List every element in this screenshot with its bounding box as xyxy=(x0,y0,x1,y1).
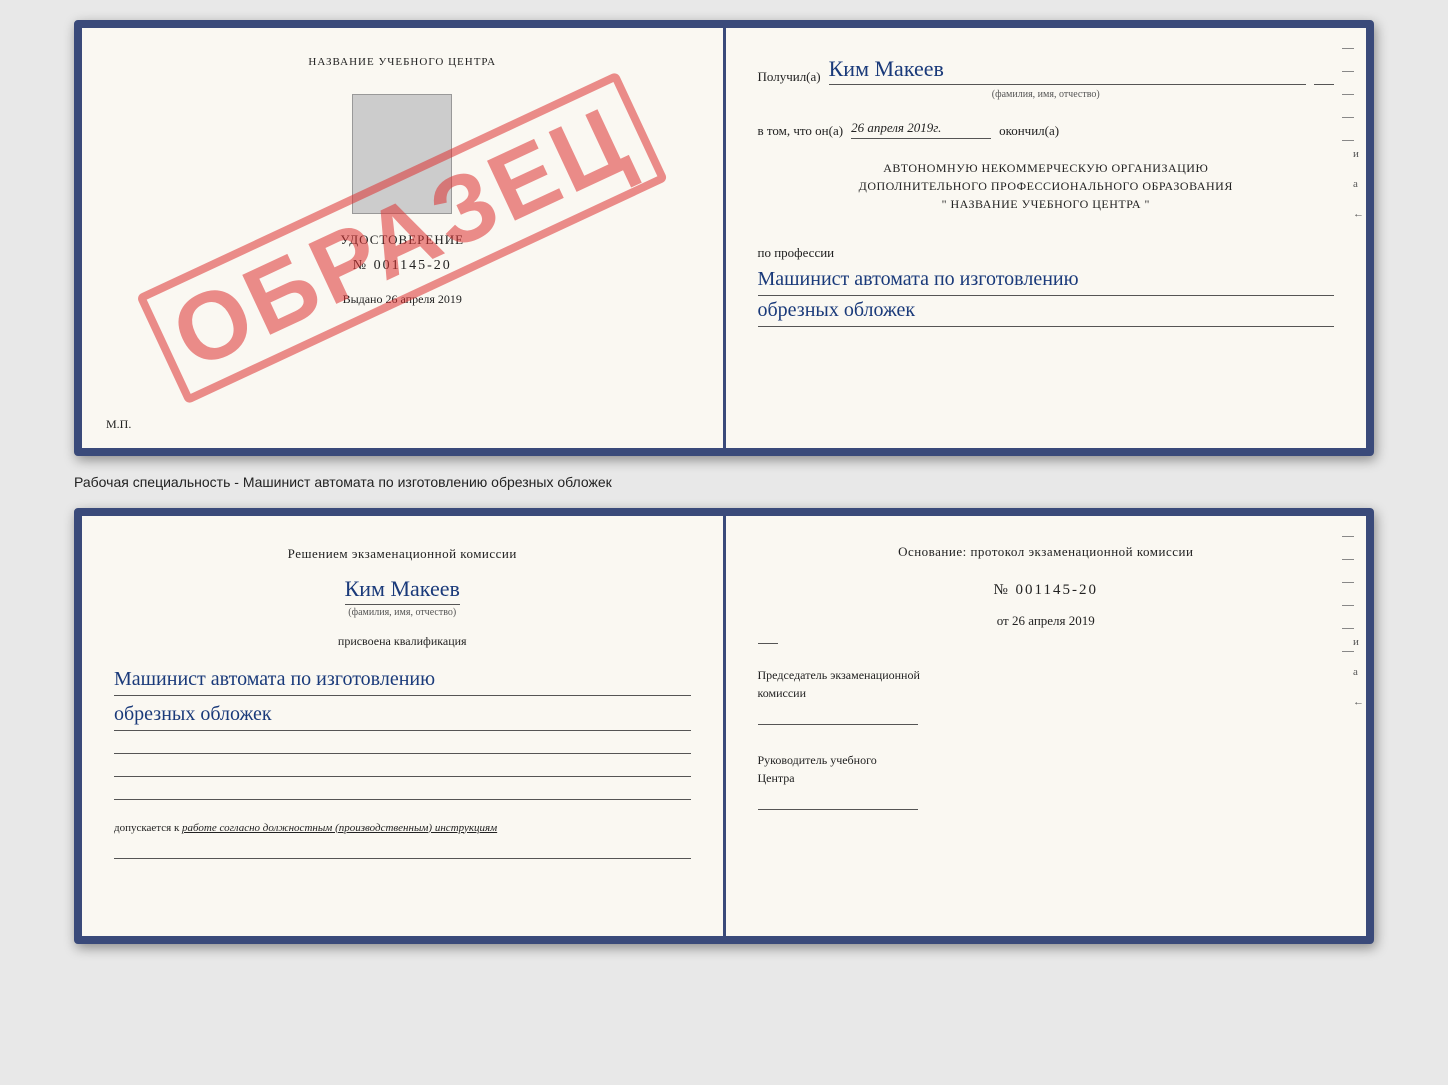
fio-caption-top: (фамилия, имя, отчество) xyxy=(758,89,1335,100)
protocol-date: от 26 апреля 2019 xyxy=(758,613,1335,629)
qualification-line1: Машинист автомата по изготовлению xyxy=(114,665,691,696)
edge-label-arrow: ← xyxy=(1353,208,1364,220)
blank-line-4 xyxy=(114,858,691,859)
b-dash-3 xyxy=(1342,582,1354,583)
date-dash-row xyxy=(758,643,1335,644)
bottom-document: Решением экзаменационной комиссии Ким Ма… xyxy=(74,508,1374,944)
protocol-number: № 001145-20 xyxy=(758,582,1335,599)
edge-label-a: а xyxy=(1353,178,1364,190)
person-name-bottom: Ким Макеев xyxy=(345,576,460,605)
date-row: в том, что он(а) 26 апреля 2019г. окончи… xyxy=(758,120,1335,139)
org-line3: " НАЗВАНИЕ УЧЕБНОГО ЦЕНТРА " xyxy=(758,195,1335,213)
chairman-block: Председатель экзаменационной комиссии xyxy=(758,666,1335,725)
b-dash-5 xyxy=(1342,628,1354,629)
b-dash-4 xyxy=(1342,605,1354,606)
recipient-name: Ким Макеев xyxy=(829,56,1306,85)
b-dash-1 xyxy=(1342,536,1354,537)
bottom-right-edge-dashes xyxy=(1342,536,1354,652)
photo-placeholder xyxy=(352,94,452,214)
allowed-text: допускается к работе согласно должностны… xyxy=(114,820,691,837)
commission-title: Решением экзаменационной комиссии xyxy=(114,544,691,564)
finished-label: окончил(а) xyxy=(999,123,1059,139)
right-edge-dashes xyxy=(1342,48,1354,141)
bottom-left-content: Решением экзаменационной комиссии Ким Ма… xyxy=(114,544,691,859)
allowed-italic-text: работе согласно должностным (производств… xyxy=(182,822,497,834)
right-edge-labels: и а ← xyxy=(1353,148,1364,220)
edge-label-i: и xyxy=(1353,148,1364,160)
profession-label: по профессии xyxy=(758,245,1335,261)
director-line2: Центра xyxy=(758,769,1335,787)
qualification-block: Машинист автомата по изготовлению обрезн… xyxy=(114,661,691,731)
protocol-date-prefix: от xyxy=(997,613,1009,628)
profession-line2: обрезных обложек xyxy=(758,296,1335,327)
b-dash-2 xyxy=(1342,559,1354,560)
allowed-prefix: допускается к xyxy=(114,822,179,834)
recipient-prefix: Получил(а) xyxy=(758,69,821,85)
director-signature-line xyxy=(758,809,918,810)
issued-date-value: 26 апреля 2019 xyxy=(385,292,461,306)
issued-label: Выдано xyxy=(343,292,383,306)
chairman-line1: Председатель экзаменационной xyxy=(758,666,1335,684)
blank-line-1 xyxy=(114,753,691,754)
person-block-bottom: Ким Макеев (фамилия, имя, отчество) xyxy=(114,576,691,618)
qualification-line2: обрезных обложек xyxy=(114,700,691,731)
bottom-doc-right-page: Основание: протокол экзаменационной коми… xyxy=(726,516,1367,936)
fio-caption-bottom: (фамилия, имя, отчество) xyxy=(348,607,456,618)
recipient-block: Получил(а) Ким Макеев (фамилия, имя, отч… xyxy=(758,56,1335,100)
cert-title: УДОСТОВЕРЕНИЕ xyxy=(340,232,464,248)
qualification-label: присвоена квалификация xyxy=(114,634,691,649)
protocol-date-value: 26 апреля 2019 xyxy=(1012,613,1095,628)
blank-line-3 xyxy=(114,799,691,800)
top-doc-left-page: НАЗВАНИЕ УЧЕБНОГО ЦЕНТРА УДОСТОВЕРЕНИЕ №… xyxy=(82,28,726,448)
director-line1: Руководитель учебного xyxy=(758,751,1335,769)
basis-title: Основание: протокол экзаменационной коми… xyxy=(758,544,1335,560)
director-block: Руководитель учебного Центра xyxy=(758,751,1335,810)
top-document: НАЗВАНИЕ УЧЕБНОГО ЦЕНТРА УДОСТОВЕРЕНИЕ №… xyxy=(74,20,1374,456)
dash-3 xyxy=(1342,94,1354,95)
chairman-line2: комиссии xyxy=(758,684,1335,702)
b-edge-label-a: а xyxy=(1353,666,1364,678)
recipient-row: Получил(а) Ким Макеев xyxy=(758,56,1335,85)
profession-line1: Машинист автомата по изготовлению xyxy=(758,265,1335,296)
org-block: АВТОНОМНУЮ НЕКОММЕРЧЕСКУЮ ОРГАНИЗАЦИЮ ДО… xyxy=(758,159,1335,213)
top-doc-right-page: Получил(а) Ким Макеев (фамилия, имя, отч… xyxy=(726,28,1367,448)
date-value: 26 апреля 2019г. xyxy=(851,120,991,139)
profession-block: по профессии Машинист автомата по изгото… xyxy=(758,237,1335,327)
bottom-right-edge-labels: и а ← xyxy=(1353,636,1364,708)
dash-1 xyxy=(1342,48,1354,49)
dash-top xyxy=(1314,84,1334,85)
date-right-dash xyxy=(758,643,778,644)
chairman-signature-line xyxy=(758,724,918,725)
date-prefix: в том, что он(а) xyxy=(758,123,844,139)
blank-line-2 xyxy=(114,776,691,777)
b-edge-label-arrow: ← xyxy=(1353,696,1364,708)
issued-date: Выдано 26 апреля 2019 xyxy=(343,292,462,307)
specialty-label: Рабочая специальность - Машинист автомат… xyxy=(74,474,1374,490)
org-line2: ДОПОЛНИТЕЛЬНОГО ПРОФЕССИОНАЛЬНОГО ОБРАЗО… xyxy=(758,177,1335,195)
bottom-doc-left-page: Решением экзаменационной комиссии Ким Ма… xyxy=(82,516,726,936)
bottom-right-content: Основание: протокол экзаменационной коми… xyxy=(758,544,1335,810)
b-edge-label-i: и xyxy=(1353,636,1364,648)
dash-4 xyxy=(1342,117,1354,118)
cert-number: № 001145-20 xyxy=(353,258,452,274)
school-name-top: НАЗВАНИЕ УЧЕБНОГО ЦЕНТРА xyxy=(308,56,496,68)
dash-5 xyxy=(1342,140,1354,141)
dash-2 xyxy=(1342,71,1354,72)
org-line1: АВТОНОМНУЮ НЕКОММЕРЧЕСКУЮ ОРГАНИЗАЦИЮ xyxy=(758,159,1335,177)
mp-label: М.П. xyxy=(106,417,131,432)
